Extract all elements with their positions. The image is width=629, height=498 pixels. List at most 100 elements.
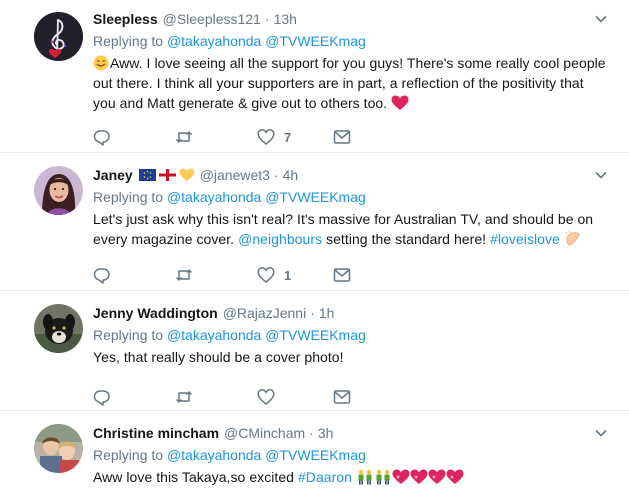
tweet[interactable]: Jenny Waddington @RajazJenni · 1h Replyi… bbox=[0, 291, 629, 411]
england-flag-icon bbox=[158, 169, 176, 181]
yellow-heart-emoji-icon bbox=[179, 168, 195, 182]
name-emojis bbox=[138, 168, 195, 182]
sparkling-heart-emoji-icon bbox=[392, 469, 410, 484]
woman-portrait-avatar-icon bbox=[34, 166, 83, 215]
direct-message-icon bbox=[333, 390, 351, 404]
treble-clef-heart-avatar-icon bbox=[34, 12, 83, 61]
sparkling-heart-emoji-icon bbox=[446, 469, 464, 484]
replying-to-label: Replying to bbox=[93, 327, 167, 343]
separator: · bbox=[310, 305, 315, 321]
tweet-header: Janey @janewet3 · 4h bbox=[93, 165, 609, 185]
like-button[interactable]: 7 bbox=[257, 127, 291, 147]
tweet-text: Let's just ask why this isn't real? It's… bbox=[93, 209, 609, 249]
retweet-button[interactable] bbox=[175, 127, 193, 147]
chevron-down-icon[interactable] bbox=[593, 167, 609, 183]
user-handle[interactable]: @Sleepless121 bbox=[163, 9, 261, 29]
sparkling-heart-emoji-icon bbox=[428, 469, 446, 484]
like-button[interactable]: 1 bbox=[257, 265, 291, 285]
smiling-face-emoji-icon bbox=[93, 55, 109, 71]
reply-icon bbox=[93, 268, 110, 284]
tweet-header: Sleepless @Sleepless121 · 13h bbox=[93, 9, 609, 29]
replying-to: Replying to @takayahonda @TVWEEKmag bbox=[93, 325, 609, 345]
like-icon bbox=[257, 129, 275, 145]
mention-link[interactable]: @takayahonda bbox=[167, 189, 261, 205]
replying-to-label: Replying to bbox=[93, 33, 167, 49]
mention-link[interactable]: @takayahonda bbox=[167, 327, 261, 343]
like-icon bbox=[257, 389, 275, 405]
chevron-down-icon[interactable] bbox=[593, 11, 609, 27]
tweet-header: Jenny Waddington @RajazJenni · 1h bbox=[93, 303, 609, 323]
separator: · bbox=[309, 425, 314, 441]
tweet-text-part: Aww. I love seeing all the support for y… bbox=[93, 55, 606, 111]
tweet-actions: 1 bbox=[93, 265, 393, 285]
hashtag-link[interactable]: #loveislove bbox=[490, 231, 560, 247]
user-handle[interactable]: @CMincham bbox=[224, 423, 305, 443]
like-icon bbox=[257, 267, 275, 283]
chevron-down-icon[interactable] bbox=[593, 425, 609, 441]
display-name[interactable]: Christine mincham bbox=[93, 423, 219, 443]
mention-link[interactable]: @takayahonda bbox=[167, 33, 261, 49]
mention-link[interactable]: @TVWEEKmag bbox=[265, 33, 366, 49]
mention-link[interactable]: @neighbours bbox=[238, 231, 322, 247]
like-count: 7 bbox=[284, 129, 292, 145]
timestamp[interactable]: 3h bbox=[318, 423, 334, 443]
timestamp[interactable]: 13h bbox=[274, 9, 297, 29]
replying-to: Replying to @takayahonda @TVWEEKmag bbox=[93, 445, 609, 465]
replying-to-label: Replying to bbox=[93, 189, 167, 205]
reply-icon bbox=[93, 130, 110, 146]
like-count: 1 bbox=[284, 267, 292, 283]
reply-icon bbox=[93, 390, 110, 406]
mention-link[interactable]: @takayahonda bbox=[167, 447, 261, 463]
children-photo-avatar-icon bbox=[34, 424, 83, 473]
avatar[interactable] bbox=[34, 166, 83, 215]
timestamp[interactable]: 4h bbox=[283, 165, 299, 185]
tweet[interactable]: Sleepless @Sleepless121 · 13h Replying t… bbox=[0, 0, 629, 153]
direct-message-icon bbox=[333, 268, 351, 282]
two-people-emoji-icon bbox=[376, 469, 390, 485]
tweet[interactable]: Christine mincham @CMincham · 3h Replyin… bbox=[0, 411, 629, 498]
like-button[interactable] bbox=[257, 387, 275, 407]
sparkling-heart-emoji-icon bbox=[410, 469, 428, 484]
user-handle[interactable]: @RajazJenni bbox=[223, 303, 306, 323]
two-people-emoji-icon bbox=[358, 469, 372, 485]
avatar[interactable] bbox=[34, 12, 83, 61]
red-heart-emoji-icon bbox=[391, 95, 409, 110]
display-name[interactable]: Sleepless bbox=[93, 9, 158, 29]
separator: · bbox=[264, 11, 270, 27]
replying-to-label: Replying to bbox=[93, 447, 167, 463]
avatar[interactable] bbox=[34, 304, 83, 353]
user-handle[interactable]: @janewet3 bbox=[200, 165, 270, 185]
tweet-text: Aww love this Takaya,so excited #Daaron bbox=[93, 467, 609, 487]
tweet-text: Aww. I love seeing all the support for y… bbox=[93, 53, 609, 113]
retweet-icon bbox=[175, 131, 193, 143]
dog-photo-avatar-icon bbox=[34, 304, 83, 353]
direct-message-button[interactable] bbox=[333, 127, 351, 147]
hashtag-link[interactable]: #Daaron bbox=[298, 469, 352, 485]
mention-link[interactable]: @TVWEEKmag bbox=[265, 189, 366, 205]
timestamp[interactable]: 1h bbox=[319, 303, 335, 323]
reply-button[interactable] bbox=[93, 127, 111, 147]
retweet-icon bbox=[175, 391, 193, 403]
replying-to: Replying to @takayahonda @TVWEEKmag bbox=[93, 31, 609, 51]
mention-link[interactable]: @TVWEEKmag bbox=[265, 327, 366, 343]
direct-message-button[interactable] bbox=[333, 265, 351, 285]
avatar[interactable] bbox=[34, 424, 83, 473]
tweet-header: Christine mincham @CMincham · 3h bbox=[93, 423, 609, 443]
direct-message-icon bbox=[333, 130, 351, 144]
retweet-icon bbox=[175, 269, 193, 281]
mention-link[interactable]: @TVWEEKmag bbox=[265, 447, 366, 463]
retweet-button[interactable] bbox=[175, 265, 193, 285]
eu-flag-icon bbox=[138, 169, 156, 181]
display-name[interactable]: Jenny Waddington bbox=[93, 303, 218, 323]
display-name[interactable]: Janey bbox=[93, 165, 133, 185]
separator: · bbox=[273, 167, 279, 183]
retweet-button[interactable] bbox=[175, 387, 193, 407]
direct-message-button[interactable] bbox=[333, 387, 351, 407]
tweet[interactable]: Janey @janewet3 · 4h Replying to @takaya… bbox=[0, 153, 629, 291]
replying-to: Replying to @takayahonda @TVWEEKmag bbox=[93, 187, 609, 207]
reply-button[interactable] bbox=[93, 265, 111, 285]
tweet-text-part: Aww love this Takaya,so excited bbox=[93, 469, 298, 485]
reply-button[interactable] bbox=[93, 387, 111, 407]
tweet-actions bbox=[93, 387, 393, 407]
tweet-text: Yes, that really should be a cover photo… bbox=[93, 347, 609, 367]
